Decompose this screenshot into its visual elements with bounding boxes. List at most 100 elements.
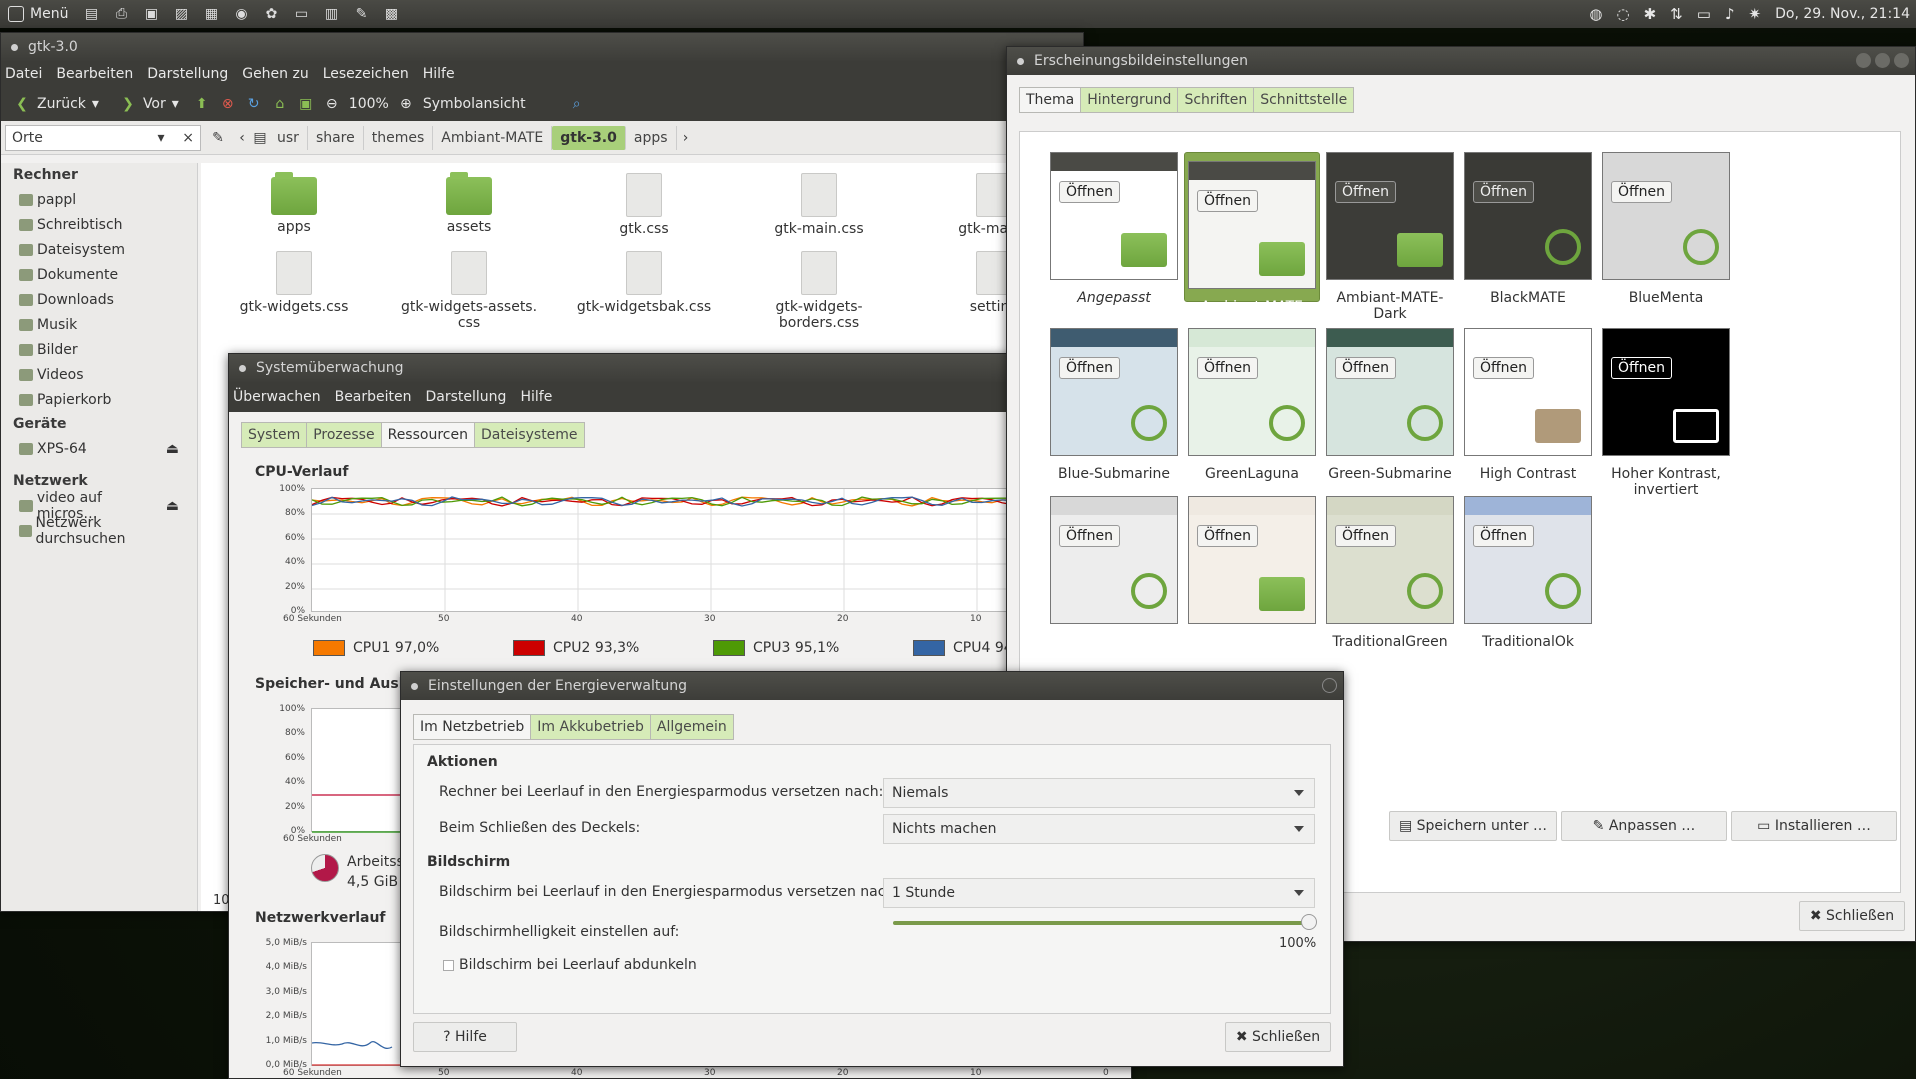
system-monitor-titlebar[interactable]: Systemüberwachung [229, 354, 1131, 382]
printer-launcher-icon[interactable]: ⎙ [110, 4, 132, 24]
theme-item[interactable]: Öffnen [1184, 496, 1320, 634]
theme-item[interactable]: Öffnen BlueMenta [1598, 152, 1734, 306]
tab-akkubetrieb[interactable]: Im Akkubetrieb [530, 714, 651, 740]
menu-lesezeichen[interactable]: Lesezeichen [323, 66, 409, 82]
brightness-slider-track[interactable] [893, 921, 1311, 925]
power-close-button[interactable]: ✖ Schließen [1225, 1022, 1331, 1052]
sidebar-item-home[interactable]: pappl [1, 187, 197, 212]
lightbulb-icon[interactable]: ◌ [1617, 5, 1630, 23]
file-manager-titlebar[interactable]: gtk-3.0 [1, 33, 1083, 61]
theme-item[interactable]: Öffnen Hoher Kontrast, invertiert [1598, 328, 1734, 498]
menu-bearbeiten[interactable]: Bearbeiten [56, 66, 133, 82]
home-icon[interactable]: ⌂ [271, 95, 289, 113]
minimize-icon[interactable] [1856, 53, 1871, 68]
clock[interactable]: Do, 29. Nov., 21:14 [1775, 6, 1910, 22]
theme-item[interactable]: Öffnen Blue-Submarine [1046, 328, 1182, 482]
gear-icon[interactable]: ✷ [1749, 5, 1762, 23]
places-selector[interactable]: Orte ▾ × [5, 124, 201, 151]
sidebar-item-trash[interactable]: Papierkorb [1, 387, 197, 412]
sidebar-item-browse-network[interactable]: Netzwerk durchsuchen [1, 515, 197, 547]
memory-pie-icon[interactable] [311, 854, 339, 882]
menu-datei[interactable]: Datei [5, 66, 42, 82]
cpu4-color-swatch[interactable] [913, 640, 945, 656]
view-mode-label[interactable]: Symbolansicht [423, 96, 526, 112]
steam-icon[interactable]: ◍ [1589, 5, 1602, 23]
zoom-out-icon[interactable]: ⊖ [323, 95, 341, 113]
screen-idle-select[interactable]: 1 Stunde [883, 878, 1315, 908]
close-icon[interactable] [1894, 53, 1909, 68]
brightness-slider-handle[interactable] [1301, 914, 1317, 930]
menu-hilfe[interactable]: Hilfe [520, 389, 552, 405]
dictionary-launcher-icon[interactable]: ▥ [320, 4, 342, 24]
settings-launcher-icon[interactable]: ▩ [380, 4, 402, 24]
close-icon[interactable] [1322, 678, 1337, 693]
volume-icon[interactable]: ♪ [1725, 5, 1735, 23]
file-item[interactable]: gtk-widgets.css [219, 251, 369, 315]
menu-darstellung[interactable]: Darstellung [426, 389, 507, 405]
files-launcher-icon[interactable]: ▤ [80, 4, 102, 24]
tab-hintergrund[interactable]: Hintergrund [1080, 87, 1179, 113]
monitor-launcher-icon[interactable]: ▣ [140, 4, 162, 24]
file-item[interactable]: gtk-widgetsbak.css [569, 251, 719, 315]
zoom-in-icon[interactable]: ⊕ [397, 95, 415, 113]
tab-prozesse[interactable]: Prozesse [306, 422, 382, 448]
save-as-button[interactable]: ▤ Speichern unter … [1389, 811, 1557, 841]
menu-darstellung[interactable]: Darstellung [147, 66, 228, 82]
file-item[interactable]: gtk-widgets-assets. css [394, 251, 544, 331]
reload-icon[interactable]: ↻ [245, 95, 263, 113]
theme-item[interactable]: Öffnen Angepasst [1046, 152, 1182, 306]
file-item[interactable]: apps [219, 172, 369, 235]
theme-item[interactable]: Öffnen GreenLaguna [1184, 328, 1320, 482]
menu-hilfe[interactable]: Hilfe [423, 66, 455, 82]
appearance-close-button[interactable]: ✖ Schließen [1799, 901, 1905, 931]
sidebar-item-documents[interactable]: Dokumente [1, 262, 197, 287]
help-button[interactable]: ? Hilfe [413, 1022, 517, 1052]
theme-item[interactable]: Öffnen [1046, 496, 1182, 634]
terminal-launcher-icon[interactable]: ▭ [290, 4, 312, 24]
edit-path-icon[interactable]: ✎ [209, 129, 227, 147]
theme-item[interactable]: Öffnen TraditionalGreen [1322, 496, 1458, 650]
crumb-usr[interactable]: usr [269, 125, 308, 150]
lid-close-select[interactable]: Nichts machen [883, 814, 1315, 844]
cpu3-color-swatch[interactable] [713, 640, 745, 656]
tab-system[interactable]: System [241, 422, 308, 448]
root-drive-icon[interactable]: ▤ [251, 129, 269, 147]
theme-item[interactable]: Öffnen High Contrast [1460, 328, 1596, 482]
stop-icon[interactable]: ⊗ [219, 95, 237, 113]
customize-button[interactable]: ✎ Anpassen … [1561, 811, 1727, 841]
tab-thema[interactable]: Thema [1019, 87, 1082, 113]
theme-item[interactable]: Öffnen BlackMATE [1460, 152, 1596, 306]
theme-item[interactable]: Öffnen TraditionalOk [1460, 496, 1596, 650]
theme-item[interactable]: Öffnen Ambiant-MATE- Dark [1322, 152, 1458, 322]
network-icon[interactable]: ⇅ [1670, 5, 1683, 23]
search-icon[interactable]: ⌕ [568, 95, 586, 113]
file-item[interactable]: gtk-main.css [744, 173, 894, 237]
computer-icon[interactable]: ▣ [297, 95, 315, 113]
image-launcher-icon[interactable]: ▨ [170, 4, 192, 24]
main-menu-button[interactable]: Menü [0, 0, 76, 28]
battery-icon[interactable]: ▭ [1697, 5, 1711, 23]
menu-gehen-zu[interactable]: Gehen zu [242, 66, 309, 82]
dim-screen-checkbox[interactable] [443, 960, 454, 971]
gimp-launcher-icon[interactable]: ✿ [260, 4, 282, 24]
back-button[interactable]: ❮ Zurück ▾ [7, 95, 105, 113]
menu-ueberwachen[interactable]: Überwachen [233, 389, 321, 405]
file-item[interactable]: gtk.css [569, 173, 719, 237]
forward-button[interactable]: ❯ Vor ▾ [113, 95, 185, 113]
sidebar-item-xps64[interactable]: XPS-64 ⏏ [1, 436, 197, 461]
tab-schriften[interactable]: Schriften [1177, 87, 1255, 113]
crumb-gtk-3-0[interactable]: gtk-3.0 [552, 125, 626, 150]
idle-suspend-select[interactable]: Niemals [883, 778, 1315, 808]
archive-launcher-icon[interactable]: ▦ [200, 4, 222, 24]
install-button[interactable]: ▭ Installieren … [1731, 811, 1897, 841]
theme-item[interactable]: Öffnen Green-Submarine [1322, 328, 1458, 482]
tab-schnittstelle[interactable]: Schnittstelle [1253, 87, 1355, 113]
crumb-share[interactable]: share [308, 125, 364, 150]
tab-dateisysteme[interactable]: Dateisysteme [473, 422, 585, 448]
up-arrow-icon[interactable]: ⬆ [193, 95, 211, 113]
sidebar-item-pictures[interactable]: Bilder [1, 337, 197, 362]
sidebar-item-downloads[interactable]: Downloads [1, 287, 197, 312]
crumb-ambiant-mate[interactable]: Ambiant-MATE [433, 125, 553, 150]
eject-icon[interactable]: ⏏ [166, 498, 179, 514]
browser-launcher-icon[interactable]: ◉ [230, 4, 252, 24]
